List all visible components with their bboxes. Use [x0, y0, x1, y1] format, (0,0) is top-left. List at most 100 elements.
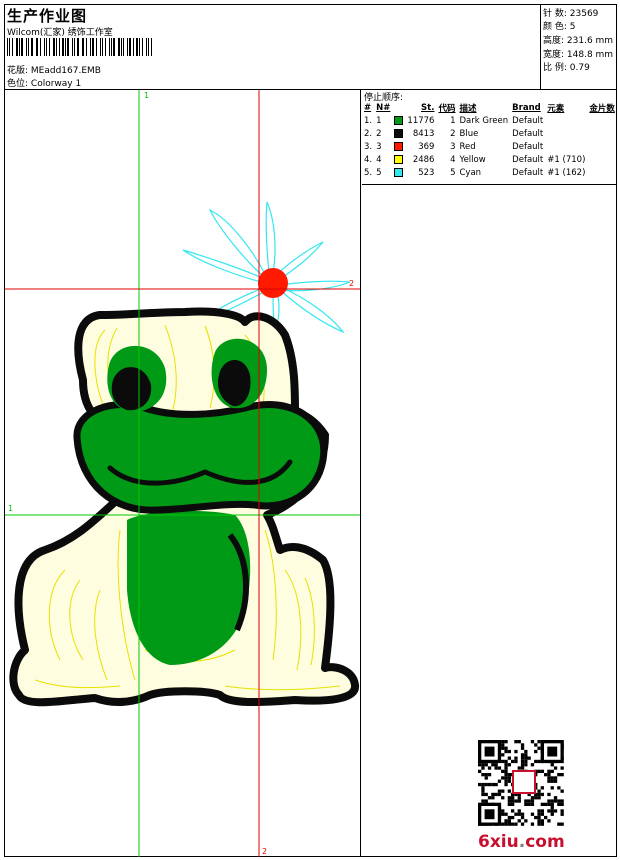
company-name: Wilcom(汇家) 绣饰工作室: [7, 28, 113, 38]
cell-sequin: [587, 127, 617, 140]
barcode-bar: [100, 38, 102, 56]
barcode-bar: [139, 38, 141, 56]
cell-n: 1: [376, 115, 382, 126]
barcode-bar: [76, 38, 79, 56]
cell-sequin: [587, 114, 617, 127]
cell-idx: 2.: [364, 128, 373, 139]
colorway-name: Colorway 1: [30, 79, 82, 89]
stop-table-divider: [362, 184, 617, 185]
barcode-bar: [150, 38, 153, 56]
cell-sequin: [587, 166, 617, 179]
info-stitches: 针 数: 23569: [543, 9, 599, 19]
page-title: 生产作业图: [7, 7, 88, 25]
cell-desc: Yellow: [459, 154, 486, 165]
cell-n: 5: [376, 167, 382, 178]
barcode-bar: [136, 38, 139, 56]
stop-sequence-table: # N# St. 代码 描述 Brand 元素 金片数 1. 1 11776 1 Dar…: [362, 101, 617, 179]
barcode-bar: [74, 38, 75, 56]
cell-st: 2486: [412, 154, 435, 165]
guide-label-green-left: 1: [8, 504, 14, 513]
cell-brand: Default: [512, 167, 544, 178]
cell-n: 2: [376, 128, 382, 139]
frog-face: [73, 401, 328, 514]
barcode-bar: [145, 38, 148, 56]
table-row: 5. 5 523 5 Cyan Default #1 (162): [362, 166, 617, 179]
guide-label-green-top: 1: [144, 91, 150, 100]
cell-elem: [545, 127, 587, 140]
cell-elem: [545, 140, 587, 153]
cell-elem: #1 (710): [547, 154, 586, 165]
cell-code: 1: [450, 115, 456, 126]
cell-brand: Default: [512, 115, 544, 126]
color-swatch: [394, 115, 404, 125]
info-height: 高度: 231.6 mm: [543, 36, 614, 46]
barcode-bar: [81, 38, 83, 56]
barcode-bar: [28, 38, 29, 56]
barcode-bar: [56, 38, 57, 56]
info-scale: 比 例: 0.79: [543, 63, 590, 73]
barcode-bar: [90, 38, 92, 56]
cell-code: 2: [450, 128, 456, 139]
barcode-bar: [64, 38, 66, 56]
barcode-bar: [113, 38, 116, 56]
barcode-bar: [21, 38, 23, 56]
info-colors: 颜 色: 5: [543, 22, 576, 32]
colorway: 色位: Colorway 1: [7, 79, 82, 89]
barcode-bar: [44, 38, 46, 56]
cell-desc: Cyan: [459, 167, 482, 178]
barcode-bar: [35, 38, 37, 56]
cell-brand: Default: [512, 141, 544, 152]
barcode-bar: [132, 38, 134, 56]
cell-n: 3: [376, 141, 382, 152]
cell-desc: Blue: [459, 128, 479, 139]
table-row: 4. 4 2486 4 Yellow Default #1 (710): [362, 153, 617, 166]
cell-st: 8413: [412, 128, 435, 139]
guide-label-red-right: 2: [349, 279, 355, 288]
barcode-bar: [104, 38, 107, 56]
design-canvas: 1 1 2 2: [5, 90, 361, 857]
frog-embroidery-illustration: [5, 90, 360, 857]
barcode-bar: [110, 38, 112, 56]
cell-desc: Red: [459, 141, 476, 152]
barcode-bar: [40, 38, 42, 56]
cell-desc: Dark Green: [459, 115, 509, 126]
cell-code: 4: [450, 154, 456, 165]
barcode-bar: [118, 38, 120, 56]
barcode-bar: [12, 38, 13, 56]
color-swatch: [394, 167, 404, 177]
guide-label-red-bottom: 2: [262, 847, 268, 856]
cell-n: 4: [376, 154, 382, 165]
worksheet: 生产作业图 Wilcom(汇家) 绣饰工作室 花版: MEadd167.EMB …: [4, 4, 617, 857]
barcode-bar: [71, 38, 74, 56]
flower-center: [258, 268, 288, 298]
barcode-bar: [46, 38, 47, 56]
cell-brand: Default: [512, 128, 544, 139]
cell-brand: Default: [512, 154, 544, 165]
cell-st: 11776: [407, 115, 435, 126]
barcode-bar: [120, 38, 122, 56]
barcode-bar: [148, 38, 149, 56]
barcode-bar: [123, 38, 125, 56]
design-file-name: MEadd167.EMB: [30, 66, 101, 76]
barcode-bar: [86, 38, 88, 56]
stop-sequence-panel: 停止顺序: # N# St. 代码 描述 Brand 元素 金片数 1. 1 117…: [362, 90, 617, 857]
cell-elem: [545, 114, 587, 127]
design-info: 针 数: 23569 颜 色: 5 高度: 231.6 mm 宽度: 148.8…: [541, 5, 617, 89]
cell-sequin: [587, 153, 617, 166]
cell-st: 523: [418, 167, 435, 178]
barcode-bar: [37, 38, 39, 56]
color-swatch: [394, 141, 404, 151]
barcode-bar: [58, 38, 60, 56]
barcode-bar: [129, 38, 131, 56]
barcode-bar: [7, 38, 9, 56]
barcode-bar: [53, 38, 56, 56]
table-row: 1. 1 11776 1 Dark Green Default: [362, 114, 617, 127]
barcode-bar: [142, 38, 143, 56]
barcode-bar: [18, 38, 20, 56]
barcode: [7, 38, 155, 56]
design-file: 花版: MEadd167.EMB: [7, 66, 101, 76]
cell-idx: 3.: [364, 141, 373, 152]
cell-idx: 4.: [364, 154, 373, 165]
barcode-bar: [9, 38, 10, 56]
cell-idx: 5.: [364, 167, 373, 178]
